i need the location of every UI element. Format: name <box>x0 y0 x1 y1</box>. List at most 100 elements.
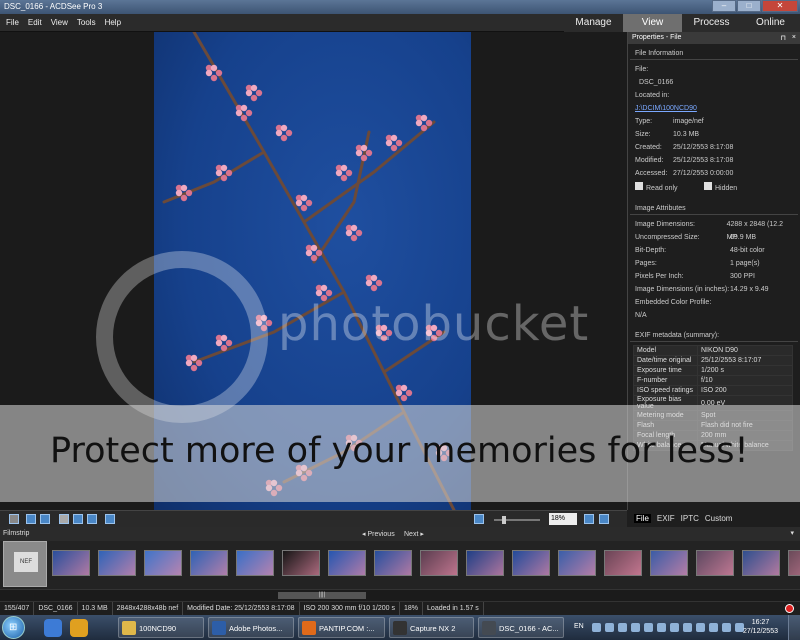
hand-tool-icon[interactable] <box>59 514 69 524</box>
filmstrip-thumbnail[interactable] <box>512 550 550 576</box>
image-attribute-key: Uncompressed Size: <box>635 234 700 241</box>
mode-tab-view[interactable]: View <box>623 14 682 32</box>
zoom-slider-knob[interactable] <box>502 516 507 524</box>
clock[interactable]: 16:27 27/12/2553 <box>743 618 778 636</box>
film-icon[interactable] <box>9 514 19 524</box>
network-icon[interactable] <box>722 623 731 632</box>
filmstrip-thumbnail[interactable] <box>742 550 780 576</box>
tray-icon-2[interactable] <box>605 623 614 632</box>
tab-file[interactable]: File <box>634 514 651 523</box>
menu-file[interactable]: File <box>6 18 19 27</box>
scrollbar-thumb[interactable]: |||| <box>278 592 366 599</box>
blossom <box>280 124 288 132</box>
tab-custom[interactable]: Custom <box>705 514 733 523</box>
status-dimensions: 2848x4288x48b nef <box>113 602 184 615</box>
maximize-button[interactable]: □ <box>737 0 761 12</box>
blossom <box>320 284 328 292</box>
pin-icon[interactable]: ⊓ <box>781 34 786 42</box>
filmstrip-thumbnail[interactable] <box>650 550 688 576</box>
filmstrip-thumbnail[interactable] <box>374 550 412 576</box>
ie-icon[interactable] <box>44 619 62 637</box>
filmstrip-thumbnail[interactable] <box>190 550 228 576</box>
filmstrip-thumbnail[interactable] <box>696 550 734 576</box>
minimize-button[interactable]: – <box>712 0 736 12</box>
status-alert-icon[interactable] <box>785 604 794 613</box>
file-info-value: image/nef <box>673 118 704 125</box>
start-button[interactable]: ⊞ <box>2 616 25 639</box>
located-link[interactable]: J:\DCIM\100NCD90 <box>635 102 697 115</box>
image-attributes-title[interactable]: Image Attributes <box>630 203 798 215</box>
filmstrip-thumbnail[interactable] <box>466 550 504 576</box>
image-attribute-value: 4288 x 2848 (12.2 MP <box>726 221 784 241</box>
previous-button[interactable]: ◂ Previous <box>362 530 395 538</box>
task-capture-nx2[interactable]: Capture NX 2 <box>389 617 474 638</box>
exif-value: 25/12/2553 8:17:07 <box>697 355 793 366</box>
filmstrip-scrollbar[interactable]: |||| <box>0 589 800 601</box>
blossom <box>240 114 248 122</box>
menu-help[interactable]: Help <box>105 18 121 27</box>
filmstrip-thumbnail[interactable] <box>328 550 366 576</box>
task-acdsee[interactable]: DSC_0166 - AC... <box>478 617 564 638</box>
explorer-icon[interactable] <box>70 619 88 637</box>
mode-tab-online[interactable]: Online <box>741 14 800 32</box>
zoom-slider[interactable] <box>494 516 540 524</box>
fit-window-icon[interactable] <box>599 514 609 524</box>
tray-icon-3[interactable] <box>618 623 627 632</box>
tab-iptc[interactable]: IPTC <box>681 514 699 523</box>
task-firefox-pantip[interactable]: PANTIP.COM :... <box>298 617 385 638</box>
blossom <box>395 139 403 147</box>
language-indicator[interactable]: EN <box>574 623 584 630</box>
zoom-select[interactable]: 18% <box>549 513 577 525</box>
selected-thumbnail[interactable]: NEF <box>3 541 47 587</box>
select-tool-icon[interactable] <box>73 514 83 524</box>
tray-icon-9[interactable] <box>696 623 705 632</box>
watermark-logo: photobucket <box>278 296 590 352</box>
read-only-checkbox[interactable] <box>635 182 643 190</box>
zoom-tool-icon[interactable] <box>87 514 97 524</box>
crop-tool-icon[interactable] <box>105 514 115 524</box>
filmstrip-thumbnail[interactable] <box>52 550 90 576</box>
show-desktop-button[interactable] <box>788 615 800 640</box>
task-100ncd90-icon <box>122 621 136 635</box>
blossom <box>210 74 218 82</box>
filmstrip-thumbnail[interactable] <box>282 550 320 576</box>
tray-icon-8[interactable] <box>683 623 692 632</box>
close-button[interactable]: ✕ <box>762 0 798 12</box>
filmstrip-thumbnail[interactable] <box>98 550 136 576</box>
hidden-checkbox[interactable] <box>704 182 712 190</box>
filmstrip-thumbnail[interactable] <box>420 550 458 576</box>
blossom <box>310 254 318 262</box>
chevron-down-icon[interactable]: ▾ <box>790 529 794 537</box>
tray-icon-6[interactable] <box>657 623 666 632</box>
tray-icon-10[interactable] <box>709 623 718 632</box>
tab-exif[interactable]: EXIF <box>657 514 675 523</box>
blossom <box>295 199 303 207</box>
exif-title[interactable]: EXIF metadata (summary): <box>630 330 798 342</box>
menu-view[interactable]: View <box>51 18 68 27</box>
task-100ncd90[interactable]: 100NCD90 <box>118 617 204 638</box>
tray-icon-4[interactable] <box>631 623 640 632</box>
next-button[interactable]: Next ▸ <box>404 530 424 538</box>
blossom <box>390 134 398 142</box>
filmstrip-thumbnail[interactable] <box>558 550 596 576</box>
filmstrip-thumbnail[interactable] <box>236 550 274 576</box>
close-icon[interactable]: × <box>792 34 796 41</box>
tray-icon-5[interactable] <box>644 623 653 632</box>
file-info-title[interactable]: File Information <box>630 48 798 60</box>
filmstrip-thumbnail[interactable] <box>604 550 642 576</box>
image-attribute-key: Pages: <box>635 260 657 267</box>
menu-edit[interactable]: Edit <box>28 18 42 27</box>
menu-tools[interactable]: Tools <box>77 18 96 27</box>
fit-icon[interactable] <box>474 514 484 524</box>
actual-size-icon[interactable] <box>584 514 594 524</box>
filmstrip-thumbnail[interactable] <box>144 550 182 576</box>
mode-tab-process[interactable]: Process <box>682 14 741 32</box>
rotate-left-icon[interactable] <box>26 514 36 524</box>
properties-header: Properties - File ⊓ × <box>628 32 800 44</box>
rotate-right-icon[interactable] <box>40 514 50 524</box>
help-tray-icon[interactable] <box>592 623 601 632</box>
tray-icon-7[interactable] <box>670 623 679 632</box>
filmstrip-thumbnail[interactable] <box>788 550 800 576</box>
mode-tab-manage[interactable]: Manage <box>564 14 623 32</box>
task-adobe-photoshop[interactable]: Adobe Photos... <box>208 617 294 638</box>
